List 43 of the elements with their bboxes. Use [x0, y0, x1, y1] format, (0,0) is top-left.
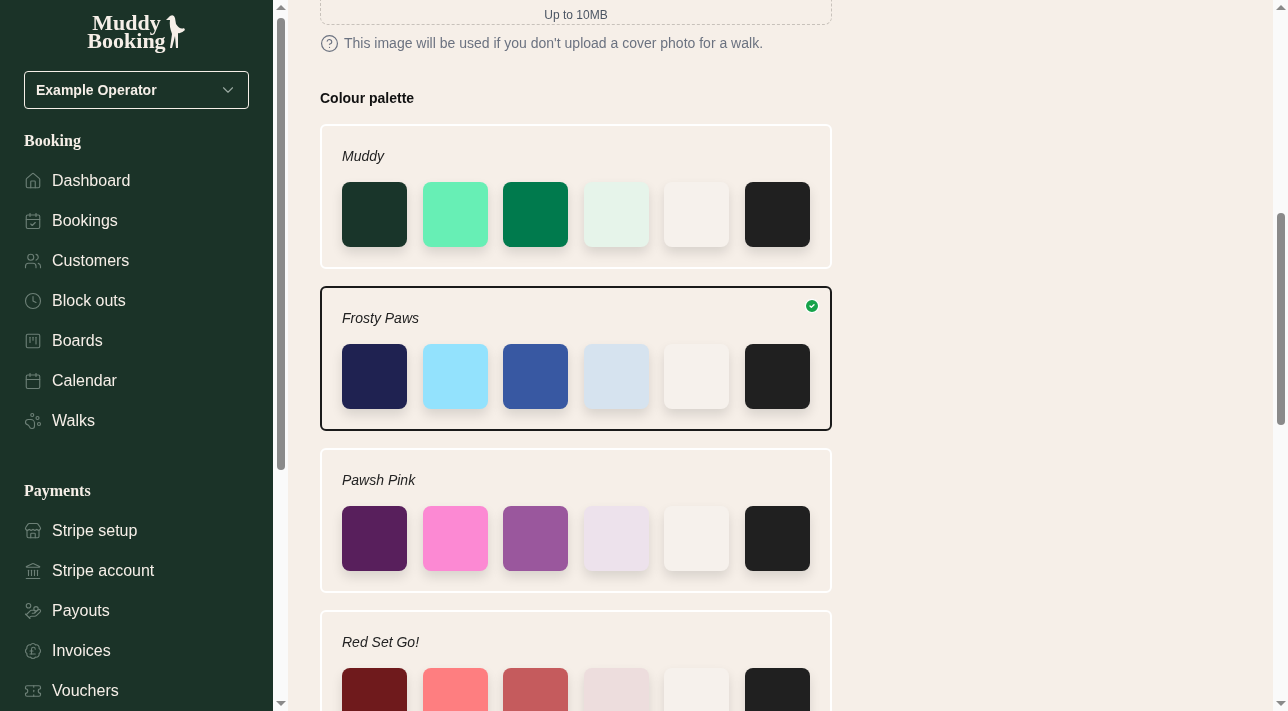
operator-select[interactable]: Example Operator — [24, 71, 249, 109]
scrollbar[interactable] — [273, 0, 288, 711]
palette-name: Red Set Go! — [342, 633, 421, 652]
board-icon — [24, 332, 42, 350]
nav-item[interactable]: Payouts — [24, 591, 249, 631]
palette-card[interactable]: Pawsh Pink — [320, 448, 832, 593]
palette-card[interactable]: Muddy — [320, 124, 832, 269]
store-icon — [24, 522, 42, 540]
bank-icon — [24, 562, 42, 580]
help-icon — [320, 34, 339, 53]
clock-icon — [24, 292, 42, 310]
check-icon — [804, 298, 820, 314]
ticket-icon — [24, 682, 42, 700]
users-icon — [24, 252, 42, 270]
calendar-icon — [24, 372, 42, 390]
nav-item[interactable]: Stripe account — [24, 551, 249, 591]
palette-name: Frosty Paws — [342, 309, 420, 328]
nav-item[interactable]: Calendar — [24, 361, 249, 401]
upload-hint: Up to 10MB — [544, 7, 608, 24]
nav-item[interactable]: Customers — [24, 241, 249, 281]
nav-item[interactable]: Dashboard — [24, 161, 249, 201]
paw-icon — [24, 412, 42, 430]
palette-card[interactable]: Frosty Paws — [320, 286, 832, 431]
calendar-check-icon — [24, 212, 42, 230]
scrollbar[interactable] — [1273, 0, 1288, 711]
section-heading: Payments — [24, 481, 92, 501]
palette-name: Muddy — [342, 147, 386, 166]
nav-item[interactable]: Boards — [24, 321, 249, 361]
nav-item[interactable]: Stripe setup — [24, 511, 249, 551]
upload-dropzone[interactable]: Up to 10MB — [320, 0, 832, 25]
nav-item[interactable]: Bookings — [24, 201, 249, 241]
nav-item[interactable]: Invoices — [24, 631, 249, 671]
section-heading: Booking — [24, 131, 82, 151]
palette-name: Pawsh Pink — [342, 471, 417, 490]
nav-item[interactable]: Block outs — [24, 281, 249, 321]
hand-coins-icon — [24, 602, 42, 620]
pound-icon — [24, 642, 42, 660]
palette-card[interactable]: Red Set Go! — [320, 610, 832, 711]
nav-item[interactable]: Vouchers — [24, 671, 249, 711]
section-label: Colour palette — [320, 89, 416, 108]
house-icon — [24, 172, 42, 190]
nav-item[interactable]: Walks — [24, 401, 249, 441]
help-text: This image will be used if you don't upload a cover photo for a walk. — [344, 34, 763, 53]
